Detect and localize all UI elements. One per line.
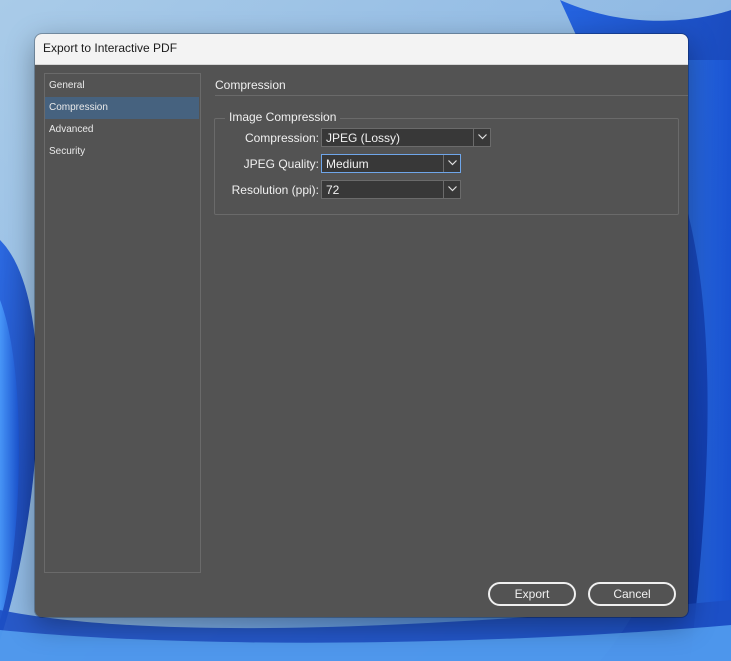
resolution-select[interactable]: 72 (321, 180, 461, 199)
window-title: Export to Interactive PDF (43, 41, 178, 55)
sidebar-item-label: Compression (49, 102, 108, 113)
compression-value: JPEG (Lossy) (326, 131, 401, 145)
section-title: Compression (215, 78, 286, 92)
cancel-button-label: Cancel (613, 587, 651, 601)
jpeg-quality-select[interactable]: Medium (321, 154, 461, 173)
title-bar[interactable]: Export to Interactive PDF (35, 34, 688, 65)
chevron-down-icon[interactable] (443, 155, 460, 172)
group-label: Image Compression (225, 110, 341, 124)
jpeg-quality-label: JPEG Quality: (243, 157, 319, 171)
chevron-down-icon[interactable] (443, 181, 460, 198)
sidebar-item-label: General (49, 80, 85, 91)
sidebar-item-general[interactable]: General (45, 75, 199, 97)
cancel-button[interactable]: Cancel (588, 582, 676, 606)
sidebar-item-label: Security (49, 146, 86, 157)
resolution-label: Resolution (ppi): (231, 183, 319, 197)
resolution-value: 72 (326, 183, 340, 197)
sidebar-item-label: Advanced (49, 124, 94, 135)
export-button[interactable]: Export (488, 582, 576, 606)
chevron-down-icon[interactable] (473, 129, 490, 146)
section-divider (215, 95, 688, 96)
compression-select[interactable]: JPEG (Lossy) (321, 128, 491, 147)
export-dialog: Export to Interactive PDF General Compre… (35, 34, 688, 617)
sidebar-item-compression[interactable]: Compression (45, 97, 199, 119)
category-sidebar: General Compression Advanced Security (44, 73, 201, 573)
compression-label: Compression: (244, 131, 319, 145)
export-button-label: Export (514, 587, 550, 601)
jpeg-quality-value: Medium (326, 157, 369, 171)
